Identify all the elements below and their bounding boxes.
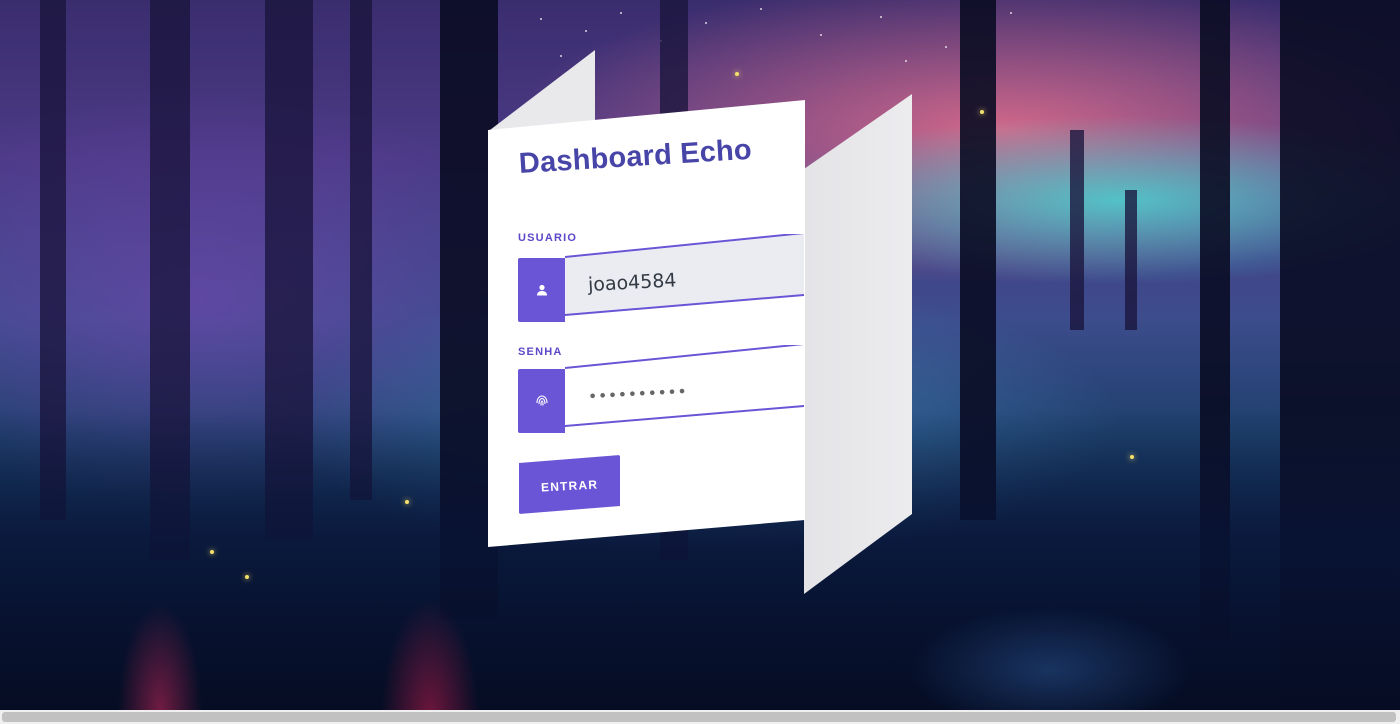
login-button-label: ENTRAR xyxy=(540,477,599,494)
fingerprint-icon xyxy=(518,369,565,433)
password-field[interactable]: •••••••••• xyxy=(518,345,804,433)
username-field[interactable]: joao4584 xyxy=(518,234,804,322)
scrollbar-thumb[interactable] xyxy=(2,712,1396,722)
login-button[interactable]: ENTRAR xyxy=(519,455,620,514)
card-fold-right xyxy=(804,94,912,594)
username-value[interactable]: joao4584 xyxy=(587,269,677,296)
user-icon xyxy=(518,258,565,322)
horizontal-scrollbar[interactable] xyxy=(0,710,1400,724)
